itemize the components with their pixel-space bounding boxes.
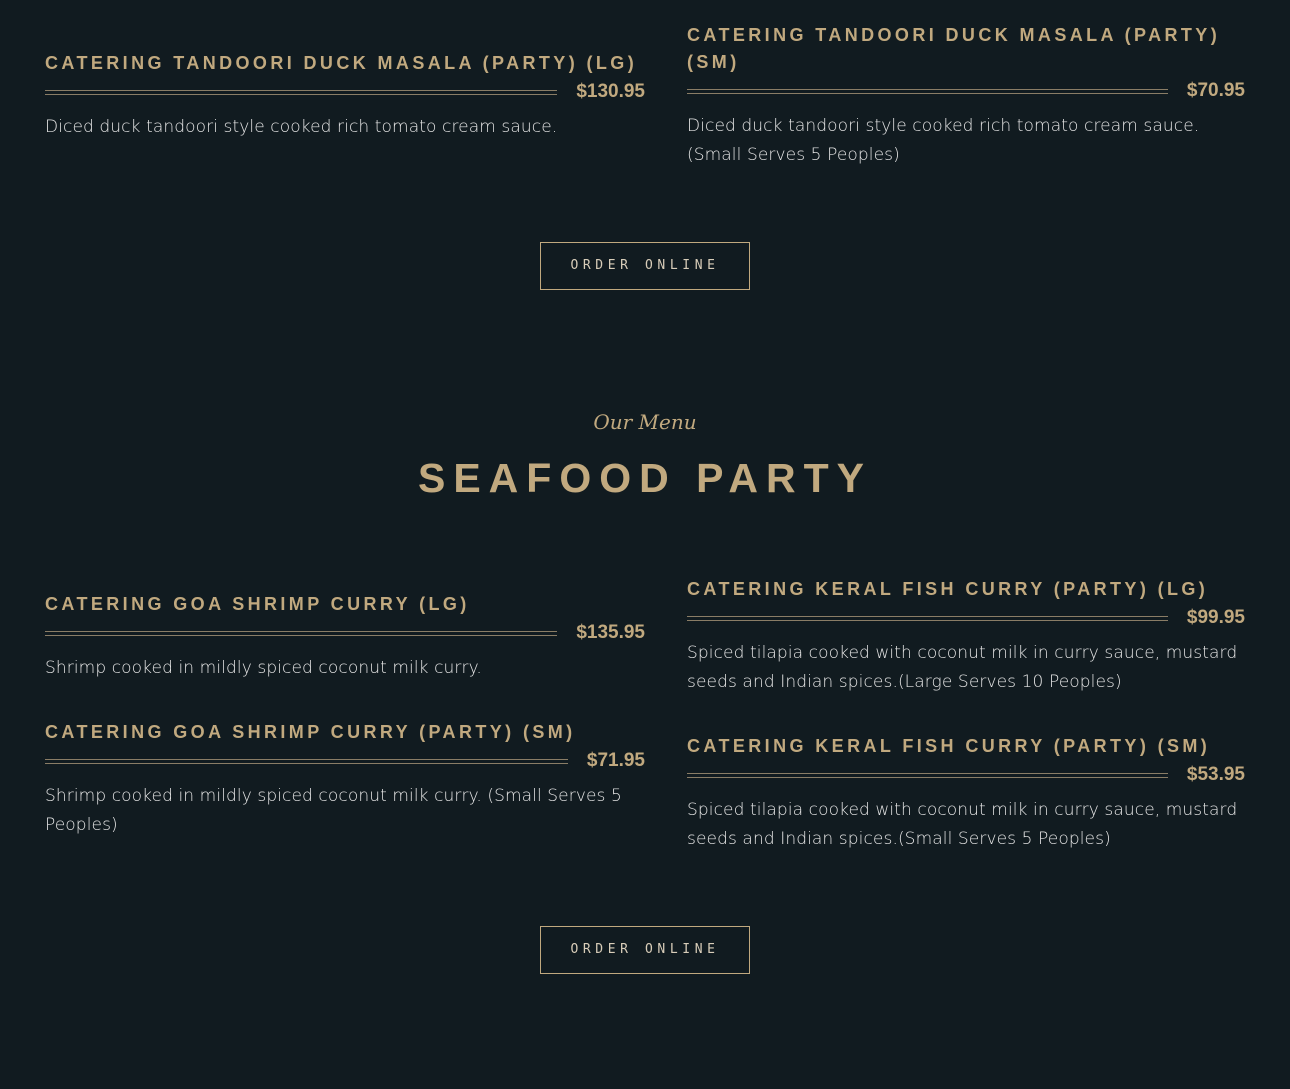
seafood-left-column: CATERING GOA SHRIMP CURRY (LG) $135.95 S… (45, 0, 645, 900)
menu-item-description: Shrimp cooked in mildly spiced coconut m… (45, 786, 622, 835)
seafood-right-column: CATERING KERAL FISH CURRY (PARTY) (LG) $… (687, 0, 1245, 900)
price-divider (687, 616, 1168, 621)
menu-item-title: CATERING KERAL FISH CURRY (PARTY) (SM) (687, 736, 1211, 756)
menu-item-description: Spiced tilapia cooked with coconut milk … (687, 800, 1238, 849)
menu-item-price: $71.95 (586, 750, 645, 771)
price-divider (45, 759, 568, 764)
menu-item: CATERING KERAL FISH CURRY (PARTY) (SM) $… (687, 733, 1245, 854)
menu-item: CATERING KERAL FISH CURRY (PARTY) (LG) $… (687, 576, 1245, 697)
price-row: $99.95 (687, 607, 1245, 631)
menu-item-description: Shrimp cooked in mildly spiced coconut m… (45, 658, 482, 678)
menu-item-title: CATERING KERAL FISH CURRY (PARTY) (LG) (687, 579, 1209, 599)
price-divider (687, 773, 1168, 778)
menu-item-price: $53.95 (1186, 764, 1245, 785)
menu-item-price: $99.95 (1186, 607, 1245, 628)
price-row: $71.95 (45, 750, 645, 774)
menu-item: CATERING GOA SHRIMP CURRY (LG) $135.95 S… (45, 591, 645, 683)
menu-item-price: $135.95 (576, 622, 645, 643)
menu-item: CATERING GOA SHRIMP CURRY (PARTY) (SM) $… (45, 719, 645, 840)
menu-item-title: CATERING GOA SHRIMP CURRY (PARTY) (SM) (45, 722, 576, 742)
order-online-button[interactable]: ORDER ONLINE (540, 926, 750, 974)
price-divider (45, 631, 557, 636)
menu-item-description: Spiced tilapia cooked with coconut milk … (687, 643, 1238, 692)
price-row: $135.95 (45, 622, 645, 646)
menu-item-title: CATERING GOA SHRIMP CURRY (LG) (45, 594, 470, 614)
price-row: $53.95 (687, 764, 1245, 788)
